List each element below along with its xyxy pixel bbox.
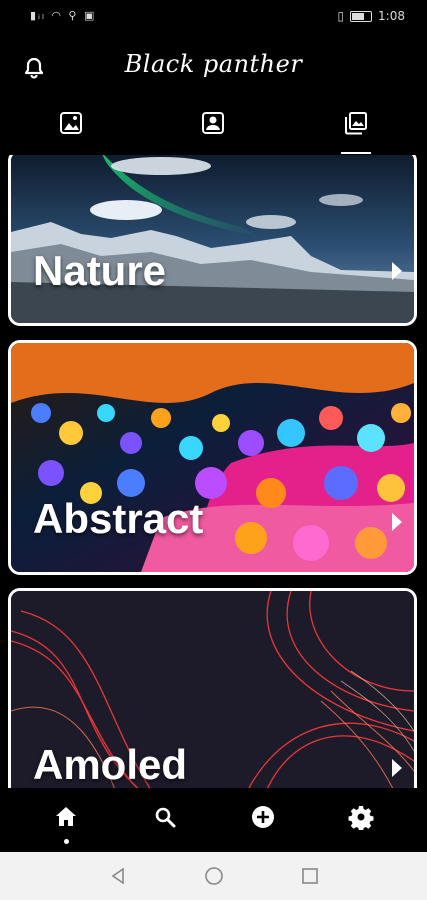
add-circle-icon	[252, 806, 274, 828]
battery-icon	[350, 10, 373, 22]
chevron-right-icon[interactable]	[392, 262, 402, 280]
status-bar: ▮ᵢₗ ◠ ⚲ ▣ ▯ 1:08	[0, 0, 427, 34]
nav-add[interactable]	[246, 804, 280, 838]
settings-gear-icon	[348, 806, 374, 830]
nav-home[interactable]	[49, 804, 83, 838]
category-label: Nature	[33, 247, 167, 294]
back-icon[interactable]	[108, 866, 128, 886]
home-icon	[56, 807, 76, 826]
app-title: Black panther	[124, 50, 303, 78]
app-header: Black panther	[0, 42, 427, 92]
category-card-amoled[interactable]: Amoled	[8, 588, 417, 788]
search-icon	[155, 807, 176, 828]
chevron-right-icon[interactable]	[392, 759, 402, 777]
chevron-right-icon[interactable]	[392, 513, 402, 531]
tab-collections[interactable]	[334, 110, 378, 154]
recents-icon[interactable]	[300, 866, 320, 886]
bottom-navigation	[0, 790, 427, 852]
nav-search[interactable]	[148, 804, 182, 838]
nature-image	[11, 155, 414, 323]
category-card-nature[interactable]: Nature	[8, 155, 417, 326]
active-indicator-dot	[64, 839, 69, 844]
tab-portraits[interactable]	[191, 110, 235, 154]
category-card-abstract[interactable]: Abstract	[8, 340, 417, 575]
status-icons-left: ▮ᵢₗ ◠ ⚲ ▣	[30, 9, 97, 22]
category-label: Amoled	[33, 741, 188, 788]
system-navigation-bar	[0, 852, 427, 900]
nav-settings[interactable]	[344, 804, 378, 838]
category-label: Abstract	[33, 495, 204, 542]
status-time: 1:08	[378, 9, 405, 23]
image-frame-icon	[60, 112, 82, 134]
portrait-frame-icon	[202, 112, 224, 134]
tab-wallpapers[interactable]	[49, 110, 93, 154]
home-circle-icon[interactable]	[204, 866, 224, 886]
category-tabs	[0, 104, 427, 154]
collections-icon	[345, 112, 367, 135]
tab-underline	[341, 152, 371, 154]
status-icons-right: ▯ 1:08	[337, 9, 405, 23]
vibrate-icon: ▯	[337, 9, 345, 23]
category-list[interactable]: Nature Abstract Amoled	[0, 155, 427, 788]
